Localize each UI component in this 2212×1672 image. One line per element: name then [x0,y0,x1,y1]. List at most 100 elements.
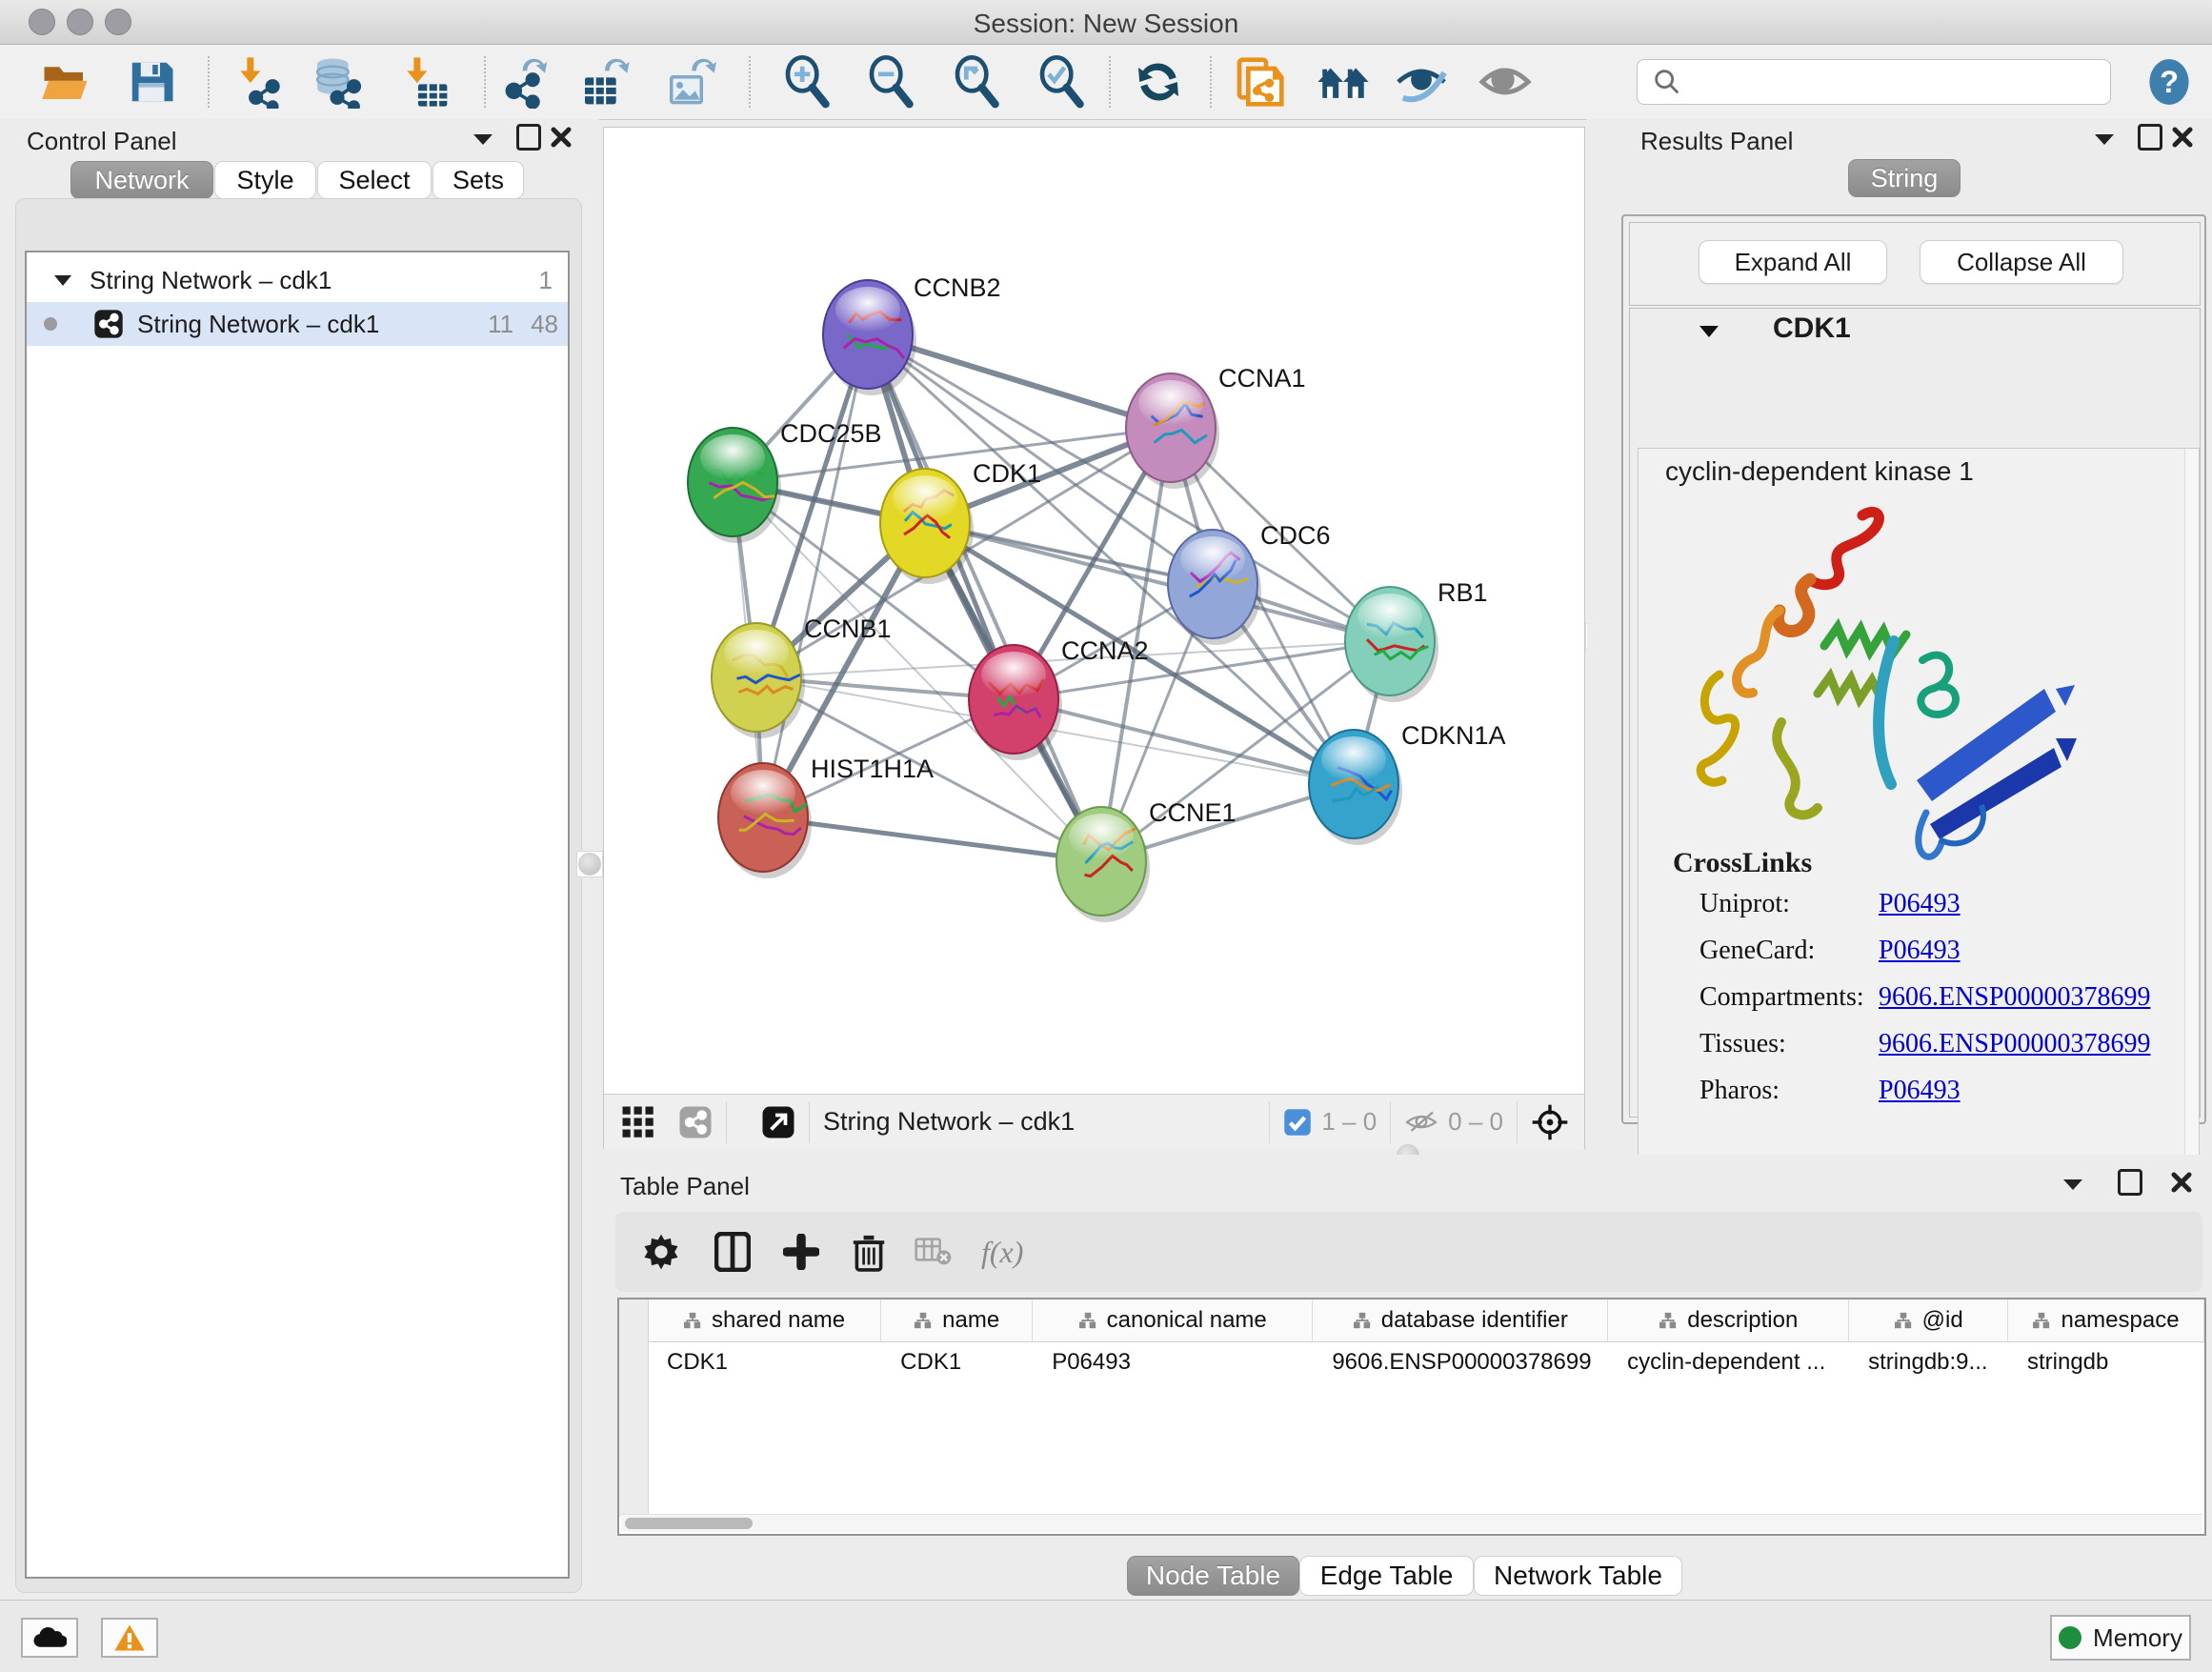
column-header-label: namespace [2061,1307,2179,1334]
gene-details: cyclin-dependent kinase 1 [1638,448,2200,1189]
network-node-CCNE1[interactable]: CCNE1 [1056,798,1237,922]
cloud-status-button[interactable] [21,1618,78,1658]
table-panel-float-icon[interactable] [2116,1168,2144,1197]
warnings-button[interactable] [101,1618,158,1658]
table-cell[interactable]: CDK1 [648,1342,881,1382]
network-collection-row[interactable]: String Network – cdk1 1 [27,252,568,302]
table-panel-close-icon[interactable] [2167,1168,2196,1197]
crosslink-link[interactable]: P06493 [1879,936,1961,966]
column-header-canonical-name[interactable]: canonical name [1033,1299,1313,1341]
control-panel-menu-icon[interactable] [469,125,497,153]
hide-selected-icon[interactable] [1394,54,1449,110]
column-header-namespace[interactable]: namespace [2008,1299,2204,1341]
create-column-icon[interactable] [783,1234,819,1270]
function-builder-icon[interactable]: f(x) [981,1235,1023,1270]
zoom-selected-icon[interactable] [1035,54,1090,110]
clone-network-icon[interactable] [1232,54,1287,110]
save-session-icon[interactable] [124,54,179,110]
control-panel-title: Control Panel [27,127,177,156]
table-cell[interactable]: cyclin-dependent ... [1608,1342,1849,1382]
results-panel-menu-icon[interactable] [2090,125,2119,153]
apply-layout-icon[interactable] [1131,54,1186,110]
table-cell[interactable]: CDK1 [881,1342,1033,1382]
network-node-CDKN1A[interactable]: CDKN1A [1309,721,1506,845]
grid-mode-icon[interactable] [621,1105,655,1139]
results-panel-float-icon[interactable] [2136,123,2164,151]
column-header-label: canonical name [1107,1307,1267,1334]
network-row-selected[interactable]: String Network – cdk1 11 48 [27,302,568,346]
column-header-name[interactable]: name [881,1299,1033,1341]
collapse-all-button[interactable]: Collapse All [1920,240,2123,284]
collection-expand-icon[interactable] [53,273,72,287]
import-table-icon[interactable] [397,54,452,110]
network-node-RB1[interactable]: RB1 [1345,578,1488,702]
crosslink-row: Uniprot:P06493 [1699,889,2157,919]
network-node-HIST1H1A[interactable]: HIST1H1A [718,755,934,878]
search-input[interactable] [1691,67,2110,98]
control-panel-close-icon[interactable] [547,123,575,151]
network-current-dot-icon [44,317,57,331]
gene-section-collapse-icon[interactable] [1699,324,1719,339]
column-type-icon [683,1312,702,1329]
tab-style[interactable]: Style [214,161,316,199]
tab-sets[interactable]: Sets [432,161,524,199]
tab-string[interactable]: String [1848,159,1961,197]
export-network-icon[interactable] [497,54,553,110]
network-node-CDC25B[interactable]: CDC25B [688,419,882,543]
left-divider-grip[interactable] [576,851,603,877]
table-cell[interactable]: 9606.ENSP00000378699 [1313,1342,1608,1382]
crosslink-link[interactable]: 9606.ENSP00000378699 [1879,1029,2150,1059]
collection-label: String Network – cdk1 [90,266,332,295]
tab-network[interactable]: Network [70,161,213,199]
table-cell[interactable]: P06493 [1033,1342,1313,1382]
expand-all-button[interactable]: Expand All [1699,240,1887,284]
control-panel-float-icon[interactable] [514,123,543,151]
show-all-icon[interactable] [1478,54,1533,110]
zoom-in-icon[interactable] [780,54,835,110]
tab-edge-table[interactable]: Edge Table [1299,1556,1474,1596]
crosslink-link[interactable]: P06493 [1879,1076,1961,1106]
tab-network-table[interactable]: Network Table [1474,1556,1682,1596]
memory-button[interactable]: Memory [2050,1615,2191,1661]
detach-view-icon[interactable] [761,1105,795,1139]
column-header-description[interactable]: description [1608,1299,1849,1341]
window-titlebar: Session: New Session [0,0,2212,45]
export-table-icon[interactable] [577,54,633,110]
crosslink-link[interactable]: P06493 [1879,889,1961,919]
table-hscrollbar[interactable] [621,1514,2202,1532]
zoom-out-icon[interactable] [864,54,919,110]
table-row[interactable]: CDK1CDK1P064939606.ENSP00000378699cyclin… [648,1342,2204,1382]
import-network-from-database-icon[interactable] [310,54,365,110]
open-session-icon[interactable] [38,54,93,110]
tab-select[interactable]: Select [317,161,432,199]
results-panel-close-icon[interactable] [2168,123,2197,151]
svg-text:?: ? [2160,65,2179,99]
zoom-fit-icon[interactable] [950,54,1005,110]
search-icon [1651,66,1683,98]
help-icon[interactable]: ? [2142,54,2197,110]
network-thumbnail-icon[interactable] [678,1105,713,1139]
selected-checkbox-icon[interactable] [1283,1108,1312,1137]
crosslink-link[interactable]: 9606.ENSP00000378699 [1879,982,2150,1013]
import-network-icon[interactable] [231,54,286,110]
birdseye-crosshair-icon[interactable] [1531,1103,1569,1141]
export-image-icon[interactable] [662,54,717,110]
table-gear-icon[interactable] [642,1233,680,1271]
results-vscrollbar[interactable] [2184,449,2199,1188]
houses-icon[interactable] [1316,54,1371,110]
table-panel-menu-icon[interactable] [2059,1170,2087,1199]
network-node-CDC6[interactable]: CDC6 [1168,521,1331,645]
delete-table-icon[interactable] [915,1236,953,1268]
crosslink-row: Compartments:9606.ENSP00000378699 [1699,982,2157,1013]
table-cell[interactable]: stringdb:9... [1849,1342,2008,1382]
show-columns-icon[interactable] [714,1232,751,1272]
column-header-database-identifier[interactable]: database identifier [1313,1299,1608,1341]
column-header-@id[interactable]: @id [1849,1299,2008,1341]
delete-column-icon[interactable] [852,1232,886,1272]
network-canvas[interactable]: CCNB2CCNA1CDC25BCDK1CDC6RB1CCNB1CCNA2CDK… [604,128,1584,1093]
tab-node-table[interactable]: Node Table [1127,1556,1299,1596]
network-edge[interactable] [763,817,1101,861]
column-header-shared-name[interactable]: shared name [648,1299,881,1341]
toolbar-separator [809,1101,810,1143]
table-cell[interactable]: stringdb [2008,1342,2204,1382]
